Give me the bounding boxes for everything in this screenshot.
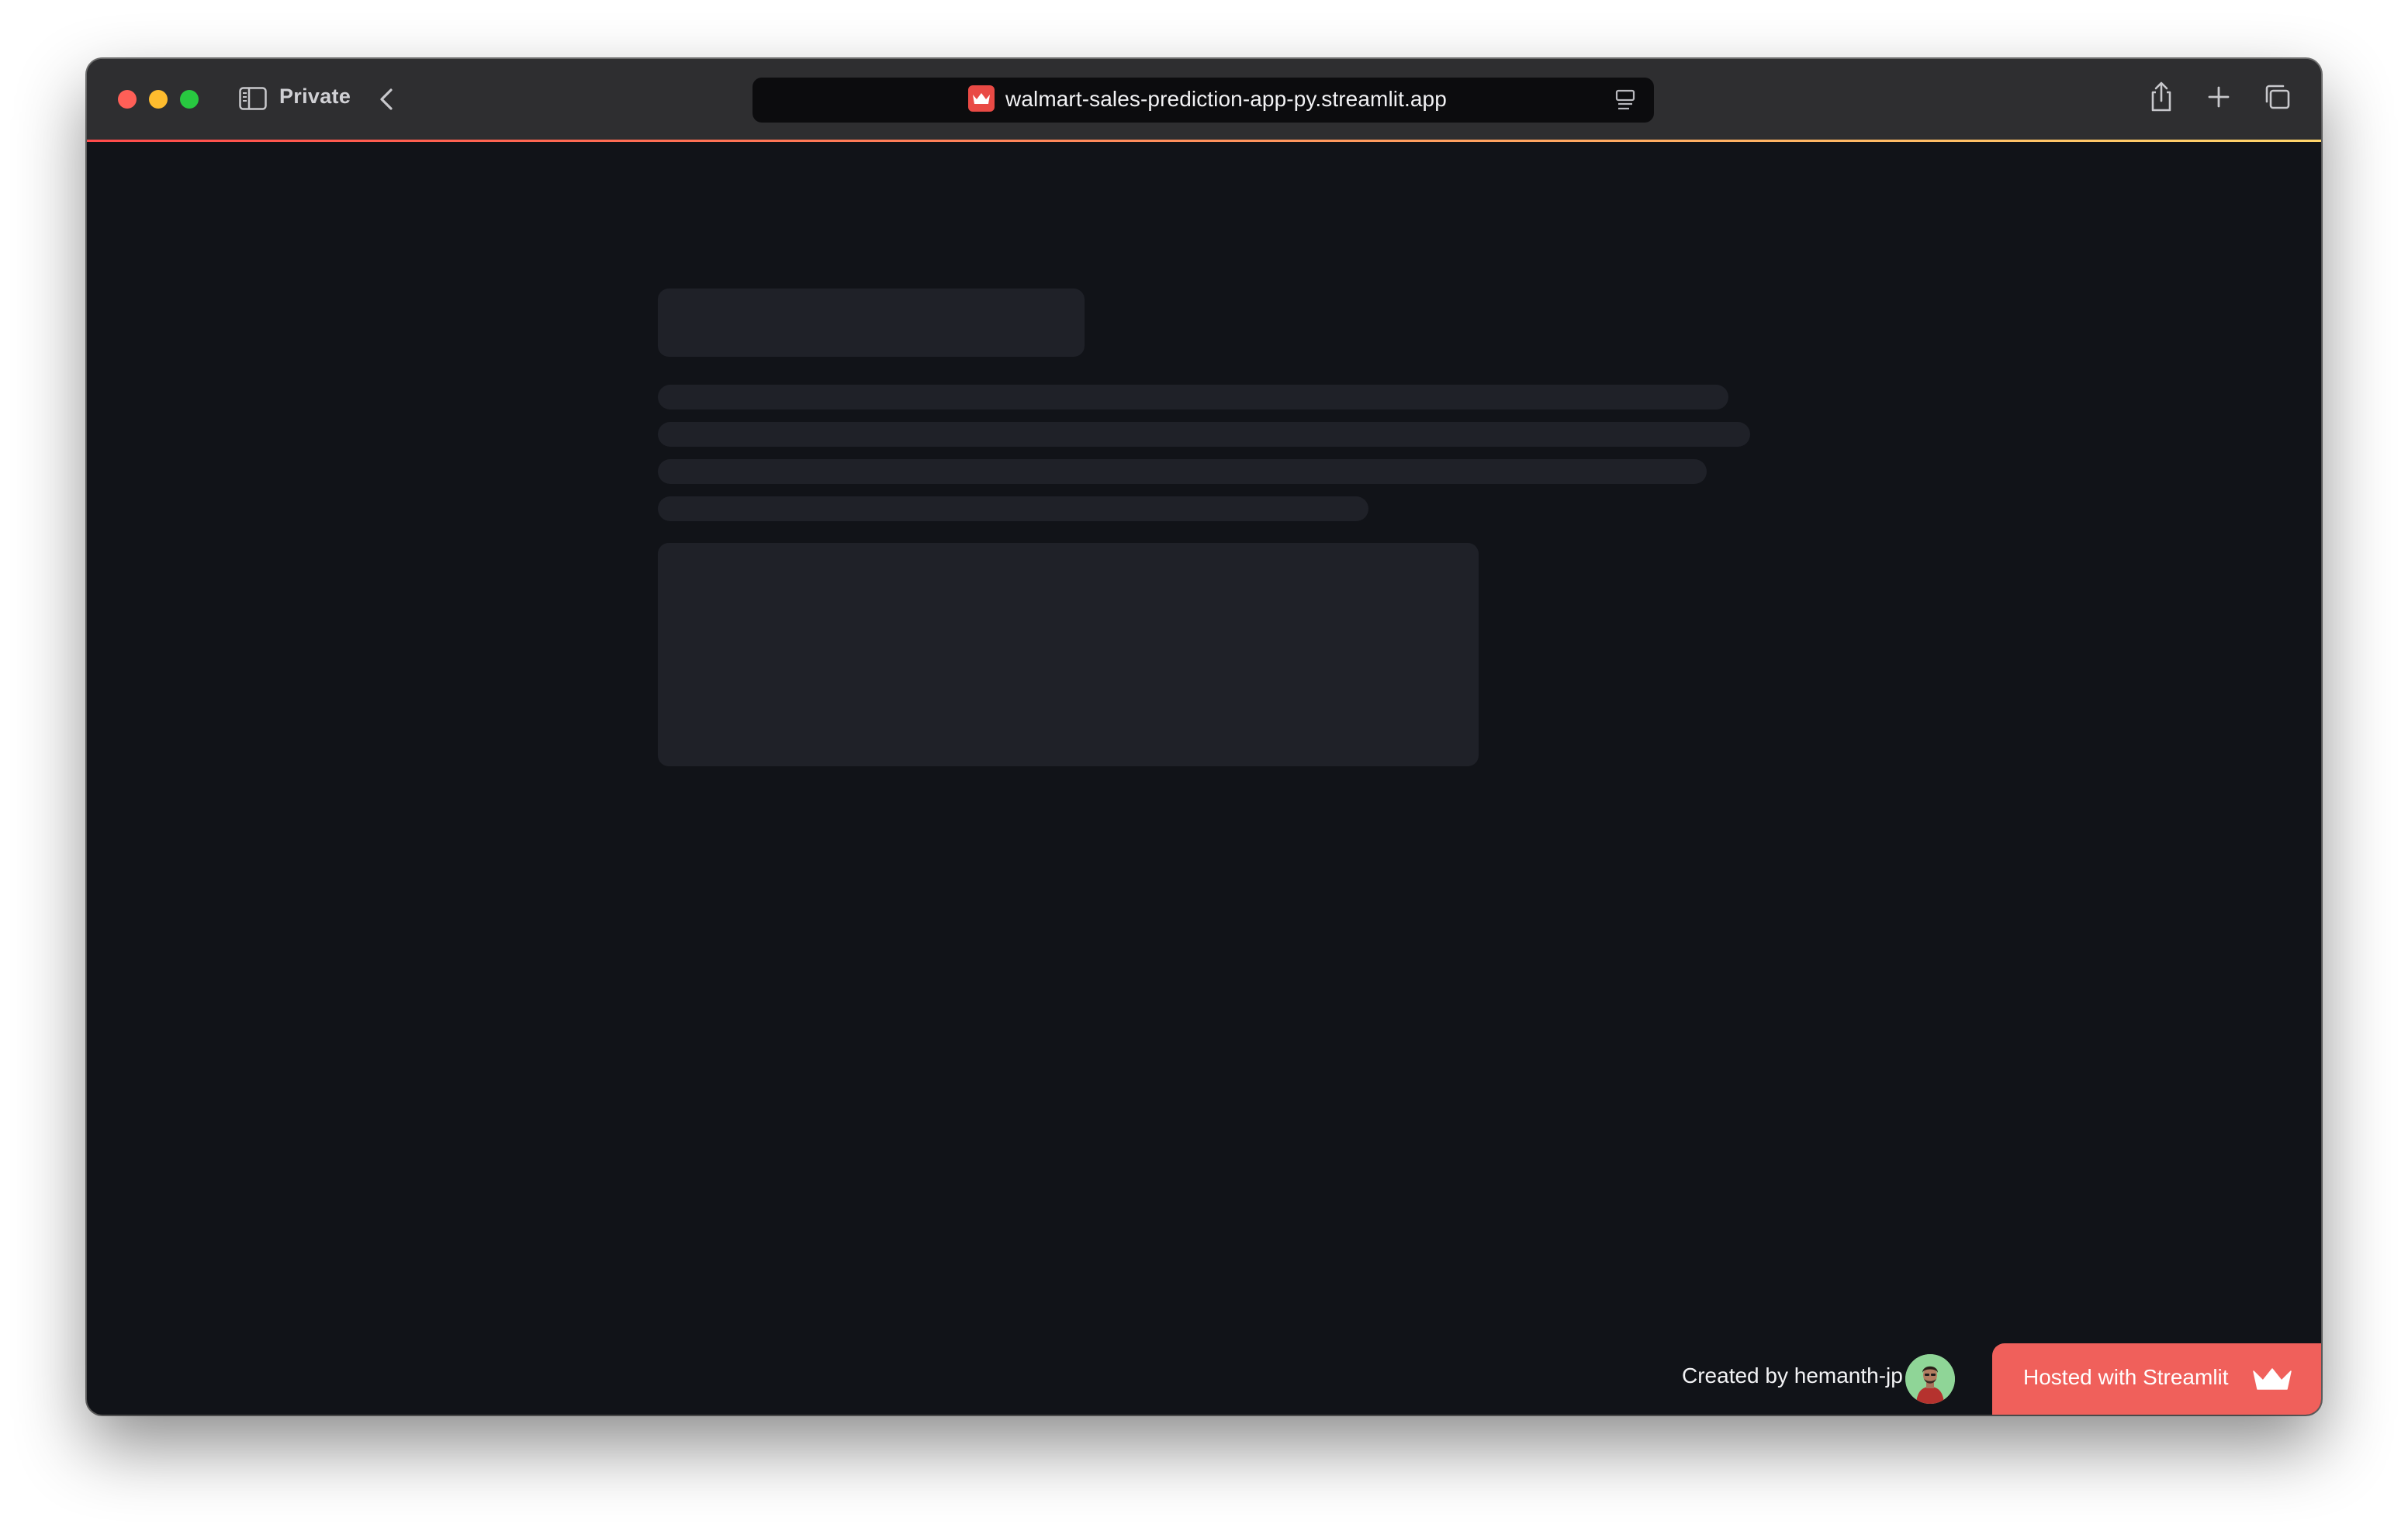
skeleton-title — [658, 289, 1085, 357]
loading-accent-bar — [87, 140, 2321, 142]
share-icon[interactable] — [2146, 81, 2177, 113]
skeleton-line — [658, 422, 1750, 447]
browser-toolbar: Private walmart-sales-prediction-app-py.… — [87, 59, 2321, 141]
browser-window: Private walmart-sales-prediction-app-py.… — [87, 59, 2321, 1415]
created-by-text[interactable]: Created by hemanth-jp — [1682, 1363, 1903, 1388]
minimize-window-button[interactable] — [149, 90, 168, 109]
skeleton-block — [658, 543, 1479, 766]
tab-overview-icon[interactable] — [2262, 81, 2293, 113]
zoom-window-button[interactable] — [180, 90, 199, 109]
chevron-left-icon[interactable] — [375, 84, 399, 115]
private-mode-label: Private — [279, 85, 351, 108]
skeleton-line — [658, 385, 1728, 410]
reader-mode-icon[interactable] — [1614, 87, 1637, 113]
close-window-button[interactable] — [118, 90, 137, 109]
plus-icon[interactable] — [2203, 81, 2234, 113]
streamlit-favicon-icon — [968, 85, 995, 112]
creator-avatar[interactable] — [1905, 1354, 1955, 1404]
skeleton-line — [658, 459, 1707, 484]
address-bar[interactable]: walmart-sales-prediction-app-py.streamli… — [752, 78, 1654, 123]
hosted-with-streamlit-button[interactable]: Hosted with Streamlit — [1992, 1343, 2321, 1415]
skeleton-line — [658, 496, 1368, 521]
streamlit-crown-icon — [2251, 1365, 2293, 1393]
url-text: walmart-sales-prediction-app-py.streamli… — [1005, 87, 1447, 111]
hosted-label: Hosted with Streamlit — [2023, 1365, 2229, 1389]
sidebar-icon[interactable] — [239, 87, 267, 110]
